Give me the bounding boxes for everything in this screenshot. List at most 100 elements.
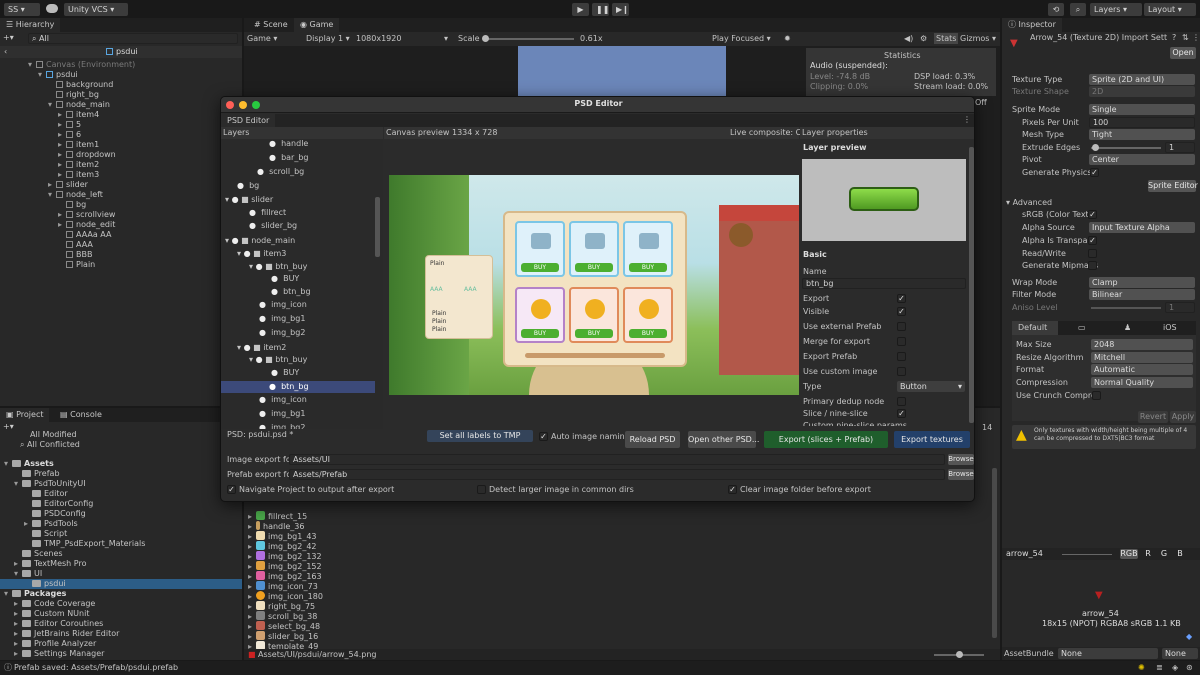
hierarchy-item[interactable]: right_bg (56, 90, 99, 100)
file-item[interactable]: ▸ handle_36 (248, 521, 304, 531)
mipmaps-checkbox[interactable] (1088, 261, 1097, 270)
pause-button[interactable]: ❚❚ (592, 3, 609, 16)
export-textures-button[interactable]: Export textures (894, 431, 970, 448)
auto-naming-checkbox[interactable]: ✓ (539, 432, 548, 441)
project-item[interactable]: Scenes (14, 549, 63, 559)
r-button[interactable]: R (1142, 549, 1154, 559)
prefab-browse-button[interactable]: Browse (948, 469, 974, 480)
slice-checkbox[interactable]: ✓ (897, 409, 906, 418)
project-item[interactable]: TMP_PsdExport_Materials (24, 539, 145, 549)
layer-item[interactable]: ● bg (237, 181, 259, 191)
project-item[interactable]: ▸ JetBrains Rider Editor (14, 629, 119, 639)
thumbnail-size-handle[interactable] (956, 651, 963, 658)
add-icon[interactable]: +▾ (3, 33, 14, 42)
props-scrollbar[interactable] (969, 147, 974, 423)
layer-item-selected[interactable]: ● btn_bg (221, 381, 375, 393)
mesh-type-dropdown[interactable]: Tight (1089, 129, 1195, 140)
project-item[interactable]: ▸ Editor Coroutines (14, 619, 103, 629)
sun-icon[interactable]: ✺ (1138, 662, 1145, 673)
project-item[interactable]: ▾ UI (14, 569, 42, 579)
project-item[interactable]: ▾ PsdToUnityUI (14, 479, 86, 489)
navigate-checkbox[interactable]: ✓ (227, 485, 236, 494)
gizmos-dropdown[interactable]: Gizmos ▾ (960, 33, 996, 44)
srgb-checkbox[interactable]: ✓ (1088, 210, 1097, 219)
revert-button[interactable]: Revert (1138, 411, 1168, 423)
advanced-foldout[interactable]: ▾ Advanced (1006, 197, 1052, 208)
layer-item[interactable]: ● img_bg2 (259, 328, 305, 338)
hierarchy-item[interactable]: ▸ dropdown (58, 150, 116, 160)
file-item[interactable]: ▸ scroll_bg_38 (248, 611, 317, 621)
hierarchy-item[interactable]: ▸ item2 (58, 160, 99, 170)
crunch-checkbox[interactable] (1092, 391, 1101, 400)
more-icon[interactable]: ⋮ (1192, 32, 1200, 43)
alpha-source-dropdown[interactable]: Input Texture Alpha (1089, 222, 1195, 233)
preset-icon[interactable]: ⇅ (1182, 32, 1189, 43)
hierarchy-item[interactable]: ▸ slider (48, 180, 88, 190)
play-focused-dropdown[interactable]: Play Focused ▾ (712, 33, 771, 44)
file-item[interactable]: ▸ img_bg2_152 (248, 561, 322, 571)
file-item[interactable]: ▸ select_bg_48 (248, 621, 320, 631)
bug-icon[interactable]: ✹ (784, 33, 791, 44)
hierarchy-item[interactable]: ▾ Canvas (Environment) (28, 60, 135, 70)
scene-header[interactable]: ‹ psdui (0, 46, 242, 58)
rgb-button[interactable]: RGB (1120, 549, 1138, 559)
project-item[interactable]: ▸ Settings Manager (14, 649, 104, 659)
file-item[interactable]: ▸ img_bg2_163 (248, 571, 322, 581)
notification-icon[interactable]: ◈ (1172, 662, 1178, 673)
psd-more-icon[interactable]: ⋮ (963, 115, 971, 124)
reload-psd-button[interactable]: Reload PSD (625, 431, 680, 448)
file-item[interactable]: ▸ img_bg2_42 (248, 541, 317, 551)
hierarchy-item[interactable]: ▸ 5 (58, 120, 81, 130)
extrude-input[interactable]: 1 (1165, 142, 1195, 153)
name-input[interactable]: btn_bg (802, 278, 966, 289)
open-other-psd-button[interactable]: Open other PSD... (688, 431, 759, 448)
cloud-icon[interactable] (46, 4, 58, 13)
hierarchy-item[interactable]: ▾ node_main (48, 100, 110, 110)
project-item[interactable]: ▸ Code Coverage (14, 599, 95, 609)
ppu-input[interactable]: 100 (1089, 117, 1195, 128)
layers-dropdown[interactable]: Layers ▾ (1090, 3, 1142, 16)
ext-prefab-checkbox[interactable] (897, 322, 906, 331)
layer-item[interactable]: ▾ ● ■ item2 (237, 343, 286, 353)
layer-item[interactable]: ● bar_bg (269, 153, 309, 163)
max-size-dropdown[interactable]: 2048 (1091, 339, 1193, 350)
export-prefab-checkbox[interactable] (897, 352, 906, 361)
tab-hierarchy[interactable]: ☰ Hierarchy (0, 18, 61, 32)
hierarchy-item[interactable]: ▾ psdui (38, 70, 78, 80)
hierarchy-item[interactable]: background (56, 80, 113, 90)
extrude-handle[interactable] (1092, 144, 1099, 151)
layer-item[interactable]: ▾ ● ■ item3 (237, 249, 286, 259)
badge-icon[interactable]: ◆ (1186, 632, 1192, 641)
merge-checkbox[interactable] (897, 337, 906, 346)
layer-item[interactable]: ● btn_bg (271, 287, 311, 297)
b-button[interactable]: B (1174, 549, 1186, 559)
layer-item[interactable]: ● handle (269, 139, 308, 149)
compression-dropdown[interactable]: Normal Quality (1091, 377, 1193, 388)
account-dropdown[interactable]: SS ▾ (4, 3, 40, 16)
prefab-folder-input[interactable]: Assets/Prefab (289, 469, 945, 480)
project-add-icon[interactable]: +▾ (3, 422, 14, 431)
activity-icon[interactable]: ⊛ (1186, 662, 1193, 673)
file-item[interactable]: ▸ right_bg_75 (248, 601, 315, 611)
layer-item[interactable]: ▾ ● ■ slider (225, 195, 273, 205)
search-icon[interactable]: ⌕ (1070, 3, 1086, 16)
apply-button[interactable]: Apply (1170, 411, 1196, 423)
layer-item[interactable]: ▾ ● ■ btn_buy (249, 355, 307, 365)
gear-icon[interactable]: ⚙ (920, 33, 927, 44)
extrude-slider[interactable] (1091, 147, 1161, 149)
custom-image-checkbox[interactable] (897, 367, 906, 376)
tab-console[interactable]: ▤ Console (54, 408, 108, 422)
project-item[interactable]: ▸ Custom NUnit (14, 609, 89, 619)
file-item[interactable]: ▸ img_bg2_132 (248, 551, 322, 561)
layers-scrollbar[interactable] (375, 197, 380, 257)
platform-tab-ios[interactable]: iOS (1157, 321, 1183, 335)
sprite-mode-dropdown[interactable]: Single (1089, 104, 1195, 115)
hierarchy-item[interactable]: bg (66, 200, 86, 210)
hierarchy-item[interactable]: Plain (66, 260, 95, 270)
monitor-icon[interactable]: ▭ (1072, 321, 1092, 335)
project-item[interactable]: Editor (24, 489, 68, 499)
tab-scene[interactable]: # Scene (248, 18, 294, 32)
file-item[interactable]: ▸ fillrect_15 (248, 511, 307, 521)
display-mode-dropdown[interactable]: Game ▾ (247, 33, 277, 44)
image-folder-input[interactable]: Assets/UI (289, 454, 945, 465)
